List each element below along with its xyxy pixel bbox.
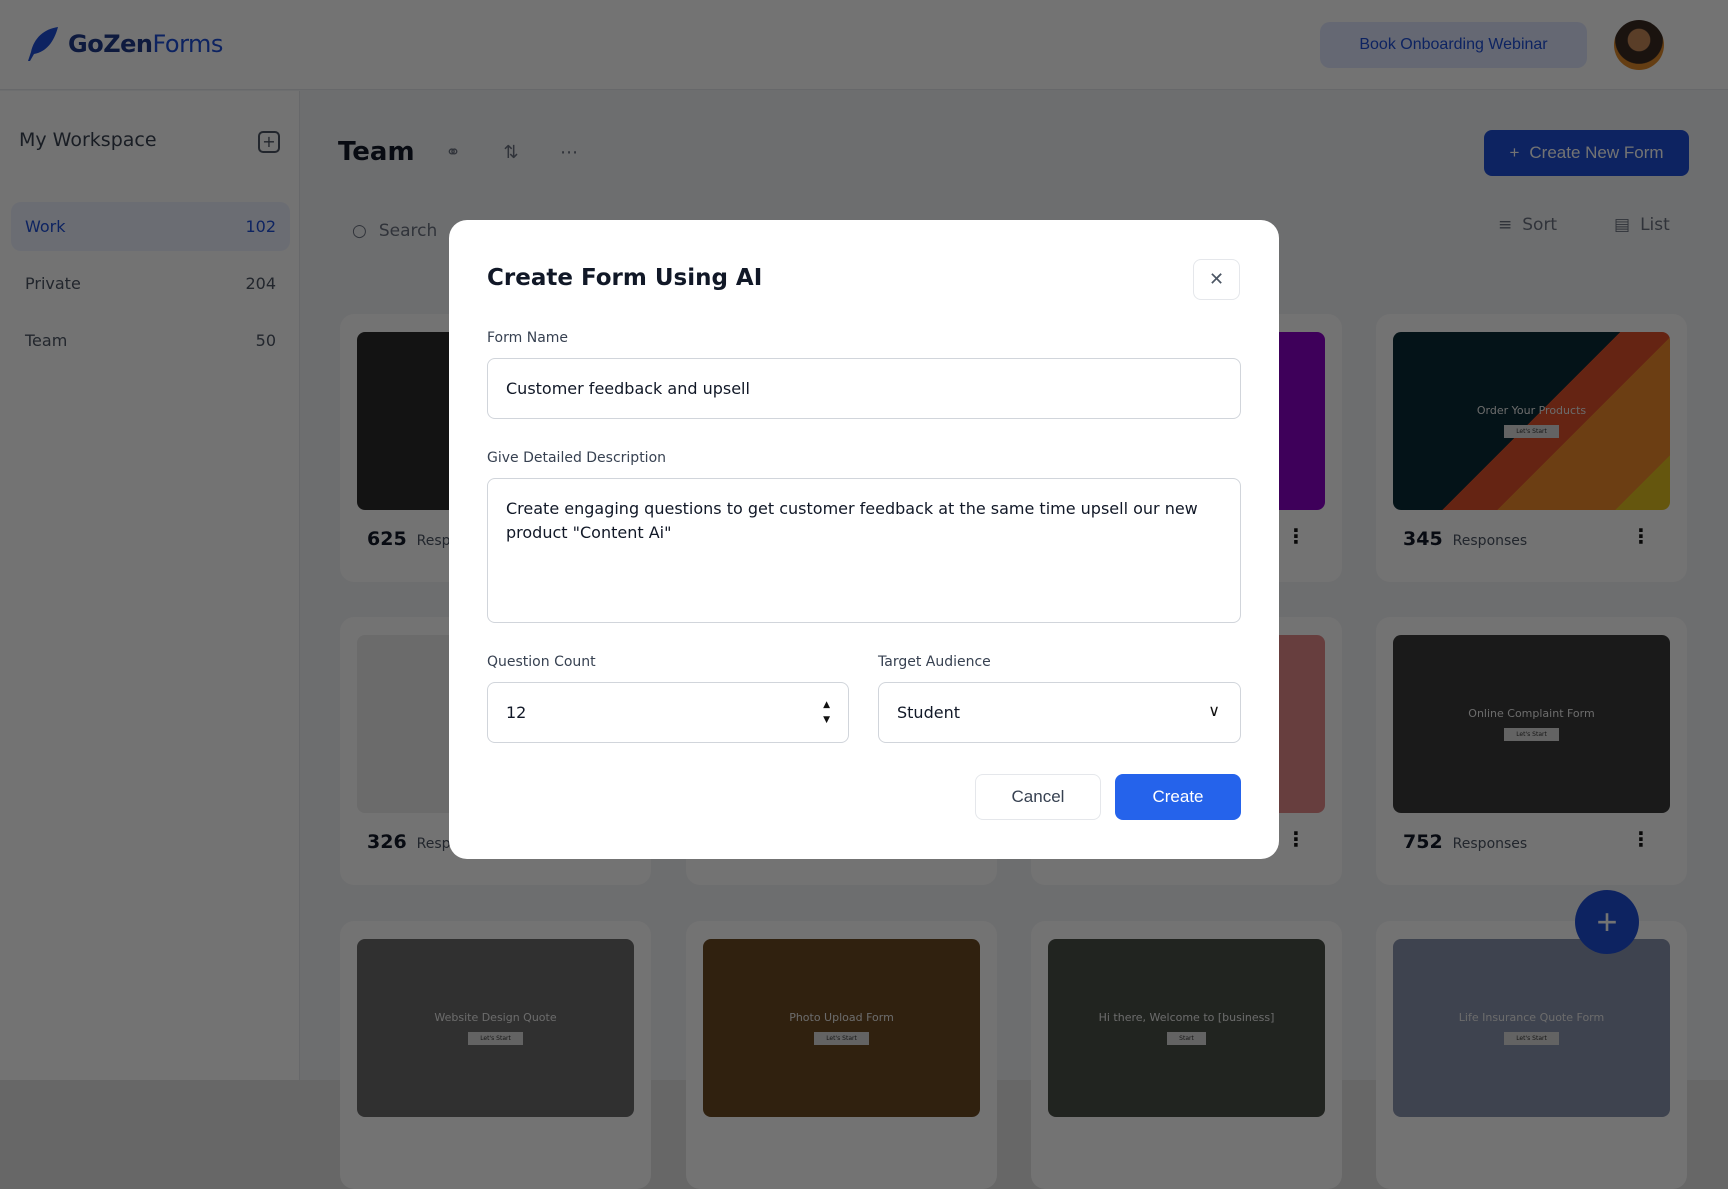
- question-count-value: 12: [506, 703, 527, 722]
- list-label: List: [1640, 215, 1670, 235]
- thumbnail-start-button: Start: [1167, 1032, 1206, 1045]
- feather-logo-icon: [28, 27, 58, 61]
- description-label: Give Detailed Description: [487, 450, 667, 466]
- thumbnail-start-button: Let's Start: [1504, 728, 1559, 741]
- form-card[interactable]: Hi there, Welcome to [business] Start: [1031, 921, 1342, 1189]
- description-textarea[interactable]: Create engaging questions to get custome…: [487, 478, 1241, 623]
- sidebar-item-label: Private: [25, 274, 81, 293]
- members-icon[interactable]: ⚭: [438, 138, 468, 168]
- cancel-button[interactable]: Cancel: [975, 774, 1101, 820]
- sidebar: My Workspace + Work 102 Private 204 Team 50: [0, 91, 300, 1080]
- create-form-ai-modal: Create Form Using AI ✕ Form Name Custome…: [449, 220, 1279, 859]
- responses-label: Responses: [1452, 836, 1528, 852]
- response-count: 625: [367, 528, 407, 550]
- add-workspace-icon[interactable]: +: [258, 131, 280, 153]
- plus-icon: +: [1509, 143, 1520, 162]
- thumbnail-start-button: Let's Start: [468, 1032, 523, 1045]
- form-name-label: Form Name: [487, 330, 569, 346]
- kebab-menu-icon[interactable]: ⋮: [1286, 829, 1306, 849]
- sidebar-item-count: 50: [255, 331, 276, 350]
- sort-label: Sort: [1522, 215, 1558, 235]
- filter-icon: ≡: [1498, 215, 1513, 235]
- kebab-menu-icon[interactable]: ⋮: [1286, 526, 1306, 546]
- response-count: 345: [1403, 528, 1443, 550]
- logo[interactable]: GoZenForms: [26, 26, 223, 62]
- form-card[interactable]: Photo Upload Form Let's Start: [686, 921, 997, 1189]
- add-fab-button[interactable]: +: [1575, 890, 1639, 954]
- close-icon: ✕: [1208, 269, 1225, 289]
- form-card[interactable]: Life Insurance Quote Form Let's Start: [1376, 921, 1687, 1189]
- sort-button[interactable]: ≡ Sort: [1498, 215, 1557, 235]
- create-new-form-label: Create New Form: [1529, 143, 1664, 162]
- close-button[interactable]: ✕: [1193, 259, 1240, 300]
- thumbnail-title: Website Design Quote: [434, 1011, 557, 1024]
- thumbnail-start-button: Let's Start: [814, 1032, 869, 1045]
- question-count-label: Question Count: [487, 654, 596, 670]
- response-count: 326: [367, 831, 407, 853]
- avatar[interactable]: [1614, 20, 1664, 70]
- form-thumbnail[interactable]: Website Design Quote Let's Start: [357, 939, 634, 1117]
- workspace-title: My Workspace: [19, 129, 157, 151]
- top-header: GoZenForms Book Onboarding Webinar: [0, 0, 1728, 90]
- sidebar-item-team[interactable]: Team 50: [11, 316, 290, 365]
- more-icon[interactable]: ⋯: [554, 138, 584, 168]
- responses-label: Responses: [1452, 533, 1528, 549]
- page-title: Team: [338, 137, 415, 167]
- sidebar-item-count: 204: [245, 274, 276, 293]
- form-thumbnail[interactable]: Photo Upload Form Let's Start: [703, 939, 980, 1117]
- form-card[interactable]: Order Your Products Let's Start 345 Respons…: [1376, 314, 1687, 582]
- sidebar-item-label: Work: [25, 217, 66, 236]
- thumbnail-title: Hi there, Welcome to [business]: [1098, 1011, 1275, 1024]
- response-count: 752: [1403, 831, 1443, 853]
- form-name-input[interactable]: Customer feedback and upsell: [487, 358, 1241, 419]
- form-card[interactable]: Website Design Quote Let's Start: [340, 921, 651, 1189]
- book-webinar-button[interactable]: Book Onboarding Webinar: [1320, 22, 1587, 68]
- sidebar-item-private[interactable]: Private 204: [11, 259, 290, 308]
- form-name-value: Customer feedback and upsell: [506, 379, 750, 398]
- search-placeholder: Search: [378, 221, 438, 241]
- list-view-button[interactable]: ▤ List: [1614, 215, 1670, 235]
- thumbnail-title: Order Your Products: [1476, 404, 1587, 417]
- stepper-icon[interactable]: ▲ ▼: [823, 698, 830, 728]
- form-card[interactable]: Online Complaint Form Let's Start 752 Respo…: [1376, 617, 1687, 885]
- form-thumbnail[interactable]: Life Insurance Quote Form Let's Start: [1393, 939, 1670, 1117]
- sidebar-item-count: 102: [245, 217, 276, 236]
- kebab-menu-icon[interactable]: ⋮: [1631, 526, 1651, 546]
- search-input[interactable]: ○ Search: [340, 212, 440, 250]
- form-thumbnail[interactable]: Online Complaint Form Let's Start: [1393, 635, 1670, 813]
- sidebar-item-label: Team: [25, 331, 68, 350]
- thumbnail-title: Online Complaint Form: [1468, 707, 1595, 720]
- thumbnail-start-button: Let's Start: [1504, 425, 1559, 438]
- target-audience-value: Student: [897, 703, 960, 722]
- form-thumbnail[interactable]: Hi there, Welcome to [business] Start: [1048, 939, 1325, 1117]
- logo-text-bold: GoZen: [68, 30, 153, 58]
- create-button[interactable]: Create: [1115, 774, 1241, 820]
- list-icon: ▤: [1614, 215, 1631, 235]
- form-thumbnail[interactable]: Order Your Products Let's Start: [1393, 332, 1670, 510]
- thumbnail-title: Life Insurance Quote Form: [1458, 1011, 1605, 1024]
- target-audience-label: Target Audience: [878, 654, 991, 670]
- target-audience-select[interactable]: Student ∨: [878, 682, 1241, 743]
- transfer-icon[interactable]: ⇅: [496, 138, 526, 168]
- question-count-input[interactable]: 12 ▲ ▼: [487, 682, 849, 743]
- thumbnail-title: Photo Upload Form: [789, 1011, 894, 1024]
- thumbnail-start-button: Let's Start: [1504, 1032, 1559, 1045]
- chevron-down-icon: ∨: [1208, 701, 1220, 720]
- create-new-form-button[interactable]: + Create New Form: [1484, 130, 1689, 176]
- description-value: Create engaging questions to get custome…: [506, 499, 1198, 542]
- search-icon: ○: [352, 221, 367, 241]
- sidebar-item-work[interactable]: Work 102: [11, 202, 290, 251]
- kebab-menu-icon[interactable]: ⋮: [1631, 829, 1651, 849]
- modal-title: Create Form Using AI: [487, 265, 763, 291]
- logo-text-light: Forms: [152, 30, 223, 58]
